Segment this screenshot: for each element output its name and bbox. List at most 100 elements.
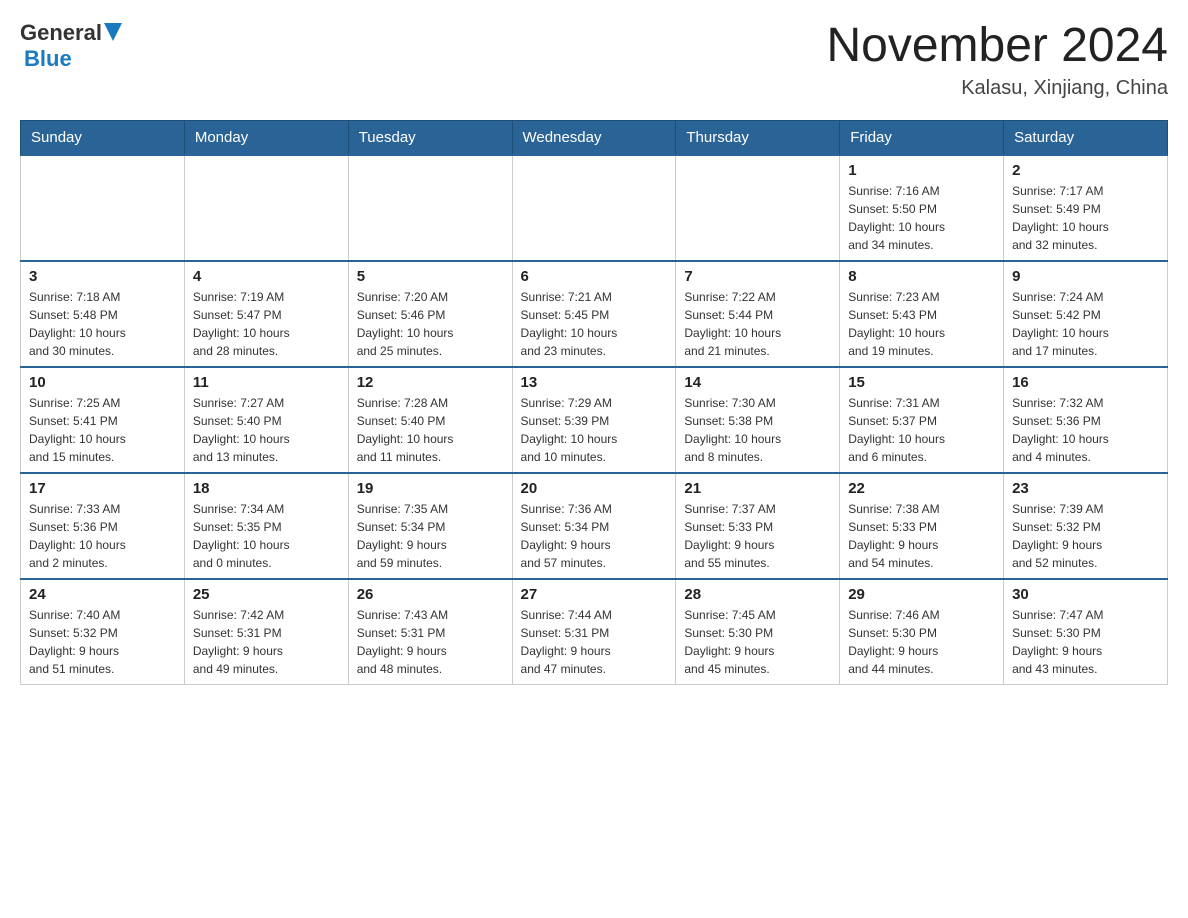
day-number: 3 [29,268,176,285]
calendar-cell: 12Sunrise: 7:28 AM Sunset: 5:40 PM Dayli… [348,367,512,473]
location: Kalasu, Xinjiang, China [826,77,1168,100]
title-section: November 2024 Kalasu, Xinjiang, China [826,20,1168,100]
calendar-cell: 28Sunrise: 7:45 AM Sunset: 5:30 PM Dayli… [676,579,840,685]
day-number: 23 [1012,480,1159,497]
day-number: 4 [193,268,340,285]
day-info: Sunrise: 7:38 AM Sunset: 5:33 PM Dayligh… [848,500,995,572]
weekday-header-tuesday: Tuesday [348,120,512,155]
calendar-week-row-4: 17 Sunrise: 7:33 AM Sunset: 5:36 PM Dayli… [21,473,1168,579]
calendar-week-row-2: 3 Sunrise: 7:18 AM Sunset: 5:48 PM Daylig… [21,261,1168,367]
calendar-cell [21,155,185,261]
calendar-cell: 2 Sunrise: 7:17 AM Sunset: 5:49 PM Daylig… [1004,155,1168,261]
day-number: 1 [848,162,995,179]
day-number: 20 [521,480,668,497]
day-number: 11 [193,374,340,391]
calendar-cell: 22 Sunrise: 7:38 AM Sunset: 5:33 PM Dayli… [840,473,1004,579]
calendar-week-row-5: 24 Sunrise: 7:40 AM Sunset: 5:32 PM Dayli… [21,579,1168,685]
calendar-cell [512,155,676,261]
day-number: 25 [193,586,340,603]
calendar-cell: 17 Sunrise: 7:33 AM Sunset: 5:36 PM Dayli… [21,473,185,579]
day-info: Sunrise: 7:39 AM Sunset: 5:32 PM Dayligh… [1012,500,1159,572]
day-number: 16 [1012,374,1159,391]
day-info: Sunrise: 7:33 AM Sunset: 5:36 PM Dayligh… [29,500,176,572]
day-info: Sunrise: 7:23 AM Sunset: 5:43 PM Dayligh… [848,288,995,360]
day-number: 19 [357,480,504,497]
calendar-cell: 15 Sunrise: 7:31 AM Sunset: 5:37 PM Dayli… [840,367,1004,473]
calendar-cell: 7Sunrise: 7:22 AM Sunset: 5:44 PM Daylig… [676,261,840,367]
page-header: General Blue November 2024 Kalasu, Xinji… [20,20,1168,100]
calendar-cell: 20 Sunrise: 7:36 AM Sunset: 5:34 PM Dayli… [512,473,676,579]
calendar-cell [676,155,840,261]
calendar-cell: 29 Sunrise: 7:46 AM Sunset: 5:30 PM Dayli… [840,579,1004,685]
calendar-cell: 27 Sunrise: 7:44 AM Sunset: 5:31 PM Dayli… [512,579,676,685]
day-number: 8 [848,268,995,285]
calendar-cell: 14 Sunrise: 7:30 AM Sunset: 5:38 PM Dayli… [676,367,840,473]
day-info: Sunrise: 7:18 AM Sunset: 5:48 PM Dayligh… [29,288,176,360]
calendar-cell: 18 Sunrise: 7:34 AM Sunset: 5:35 PM Dayli… [184,473,348,579]
calendar-cell: 6 Sunrise: 7:21 AM Sunset: 5:45 PM Daylig… [512,261,676,367]
day-info: Sunrise: 7:46 AM Sunset: 5:30 PM Dayligh… [848,606,995,678]
day-info: Sunrise: 7:25 AM Sunset: 5:41 PM Dayligh… [29,394,176,466]
day-info: Sunrise: 7:17 AM Sunset: 5:49 PM Dayligh… [1012,182,1159,254]
day-info: Sunrise: 7:20 AM Sunset: 5:46 PM Dayligh… [357,288,504,360]
logo-general-text: General [20,20,102,46]
day-info: Sunrise: 7:35 AM Sunset: 5:34 PM Dayligh… [357,500,504,572]
day-number: 22 [848,480,995,497]
day-number: 6 [521,268,668,285]
month-title: November 2024 [826,20,1168,73]
weekday-header-thursday: Thursday [676,120,840,155]
logo-triangle-icon [104,23,122,41]
calendar-cell [184,155,348,261]
weekday-header-wednesday: Wednesday [512,120,676,155]
day-info: Sunrise: 7:31 AM Sunset: 5:37 PM Dayligh… [848,394,995,466]
calendar-cell: 9Sunrise: 7:24 AM Sunset: 5:42 PM Daylig… [1004,261,1168,367]
day-number: 13 [521,374,668,391]
day-number: 18 [193,480,340,497]
calendar-week-row-1: 1 Sunrise: 7:16 AM Sunset: 5:50 PM Daylig… [21,155,1168,261]
day-info: Sunrise: 7:36 AM Sunset: 5:34 PM Dayligh… [521,500,668,572]
day-number: 17 [29,480,176,497]
calendar-week-row-3: 10Sunrise: 7:25 AM Sunset: 5:41 PM Dayli… [21,367,1168,473]
calendar-cell: 16Sunrise: 7:32 AM Sunset: 5:36 PM Dayli… [1004,367,1168,473]
day-number: 2 [1012,162,1159,179]
day-info: Sunrise: 7:29 AM Sunset: 5:39 PM Dayligh… [521,394,668,466]
calendar-cell: 4Sunrise: 7:19 AM Sunset: 5:47 PM Daylig… [184,261,348,367]
calendar-cell: 23 Sunrise: 7:39 AM Sunset: 5:32 PM Dayli… [1004,473,1168,579]
day-number: 14 [684,374,831,391]
day-info: Sunrise: 7:34 AM Sunset: 5:35 PM Dayligh… [193,500,340,572]
calendar-cell: 19 Sunrise: 7:35 AM Sunset: 5:34 PM Dayli… [348,473,512,579]
calendar-cell: 26Sunrise: 7:43 AM Sunset: 5:31 PM Dayli… [348,579,512,685]
day-number: 29 [848,586,995,603]
calendar-cell: 10Sunrise: 7:25 AM Sunset: 5:41 PM Dayli… [21,367,185,473]
calendar-cell: 1 Sunrise: 7:16 AM Sunset: 5:50 PM Daylig… [840,155,1004,261]
weekday-header-saturday: Saturday [1004,120,1168,155]
weekday-header-monday: Monday [184,120,348,155]
day-number: 24 [29,586,176,603]
day-number: 7 [684,268,831,285]
day-info: Sunrise: 7:44 AM Sunset: 5:31 PM Dayligh… [521,606,668,678]
day-info: Sunrise: 7:40 AM Sunset: 5:32 PM Dayligh… [29,606,176,678]
calendar-cell: 5Sunrise: 7:20 AM Sunset: 5:46 PM Daylig… [348,261,512,367]
calendar-cell: 24 Sunrise: 7:40 AM Sunset: 5:32 PM Dayli… [21,579,185,685]
day-number: 12 [357,374,504,391]
day-number: 28 [684,586,831,603]
day-info: Sunrise: 7:21 AM Sunset: 5:45 PM Dayligh… [521,288,668,360]
day-number: 27 [521,586,668,603]
calendar-cell: 25Sunrise: 7:42 AM Sunset: 5:31 PM Dayli… [184,579,348,685]
day-info: Sunrise: 7:16 AM Sunset: 5:50 PM Dayligh… [848,182,995,254]
logo-blue-text: Blue [24,46,72,71]
weekday-header-friday: Friday [840,120,1004,155]
day-info: Sunrise: 7:47 AM Sunset: 5:30 PM Dayligh… [1012,606,1159,678]
weekday-header-sunday: Sunday [21,120,185,155]
day-info: Sunrise: 7:27 AM Sunset: 5:40 PM Dayligh… [193,394,340,466]
calendar-cell: 13 Sunrise: 7:29 AM Sunset: 5:39 PM Dayli… [512,367,676,473]
day-number: 21 [684,480,831,497]
calendar-cell: 3 Sunrise: 7:18 AM Sunset: 5:48 PM Daylig… [21,261,185,367]
day-number: 15 [848,374,995,391]
day-info: Sunrise: 7:37 AM Sunset: 5:33 PM Dayligh… [684,500,831,572]
calendar-cell: 30 Sunrise: 7:47 AM Sunset: 5:30 PM Dayli… [1004,579,1168,685]
calendar-cell: 11 Sunrise: 7:27 AM Sunset: 5:40 PM Dayli… [184,367,348,473]
day-info: Sunrise: 7:30 AM Sunset: 5:38 PM Dayligh… [684,394,831,466]
day-number: 30 [1012,586,1159,603]
calendar-cell [348,155,512,261]
